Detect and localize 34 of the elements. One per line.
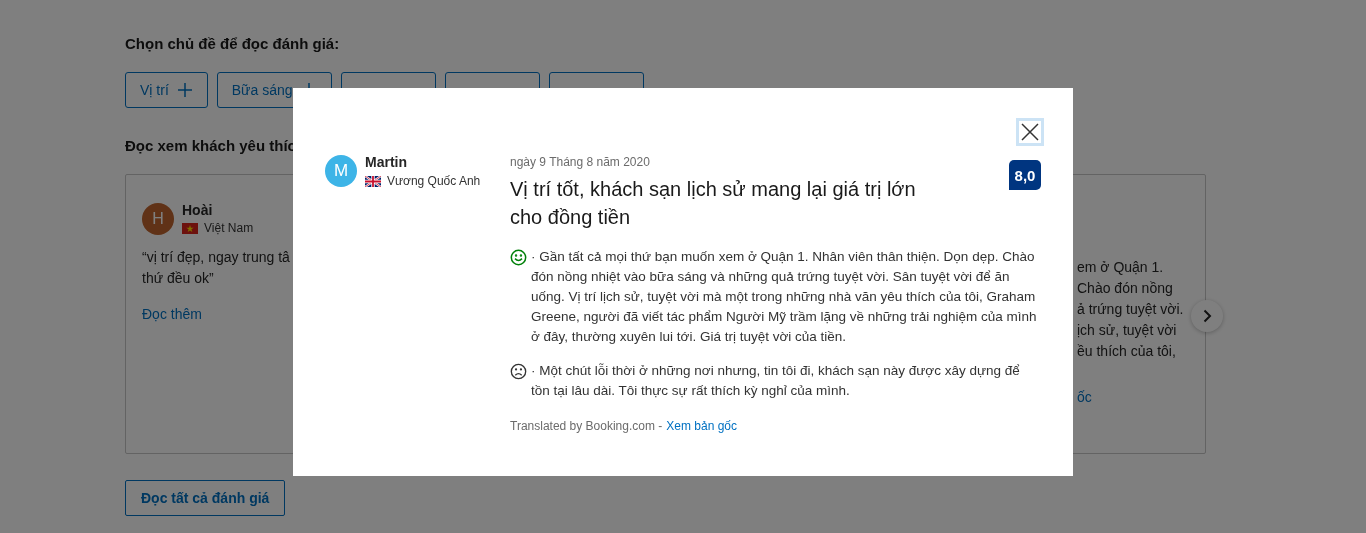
review-text: · Một chút lỗi thời ở những nơi nhưng, tin tôi đi, khách sạn này được xây dựng để tồn tại lâu dài. Tôi thực sự rất thích kỳ nghỉ của mình. [531,362,1021,400]
review-text-line: ịch sử, tuyệt vời [1077,321,1177,340]
read-all-reviews-button[interactable]: Đọc tất cả đánh giá [125,480,286,516]
section-heading: Chọn chủ đề để đọc đánh giá: [125,34,341,54]
guest-avatar: H [142,202,174,235]
review-link[interactable]: ốc [1077,389,1092,405]
smiley-icon [510,249,527,266]
review-title: Vị trí tốt, khách sạn lịch sử mang lại giá trị lớn cho đồng tiền [510,177,917,230]
score-badge: 8,0 [1009,160,1041,190]
topic-button[interactable]: Vị trí [125,72,208,108]
view-original-link[interactable]: Xem bản gốc [666,419,737,433]
review-text-line: em ở Quận 1. [1077,258,1164,277]
reviewer-name: Martin [365,154,408,171]
chevron-right-icon [1202,309,1212,323]
guest-name: Hoài [182,202,214,218]
review-text-line: Chào đón nồng [1077,279,1173,298]
close-icon [1021,123,1039,141]
plus-icon [176,82,193,98]
review-text-line: ả trứng tuyệt vời. [1077,300,1184,319]
next-button[interactable] [1191,300,1223,332]
review-text-line: ều thích của tôi, [1077,342,1176,361]
review-text: · Gần tất cả mọi thứ bạn muốn xem ở Quận 1. Nhân viên thân thiện. Dọn dẹp. Chào đón nồng nhiệt vào bữa sáng và những quả trứng tuyệt vời. Sân tuyệt vời để ăn uống. Vị trí lịch sử, tuyệt vời mà một trong những nhà văn yêu thích của tôi, Graham Greene, người đã viết tác phẩm Người Mỹ trầm lặng về những trải nghiệm của mình ở đây, thường xuyên lui tới. Giá trị tuyệt vời của tiền. [531,248,1038,346]
review-quote-line: “vị trí đẹp, ngay trung tâ [142,248,290,267]
reviewer-avatar: M [325,155,357,187]
close-button[interactable] [1016,118,1044,146]
reviewer-country: Vương Quốc Anh [387,174,481,188]
review-quote-line: thứ đều ok” [142,269,214,288]
translation-note: Translated by Booking.com - [510,419,663,433]
frown-icon [510,363,527,380]
review-date: ngày 9 Tháng 8 năm 2020 [510,154,651,170]
read-more-link[interactable]: Đọc thêm [142,306,202,322]
flag-icon [365,175,381,187]
guest-country: Việt Nam [204,221,254,235]
flag-icon [182,222,198,234]
